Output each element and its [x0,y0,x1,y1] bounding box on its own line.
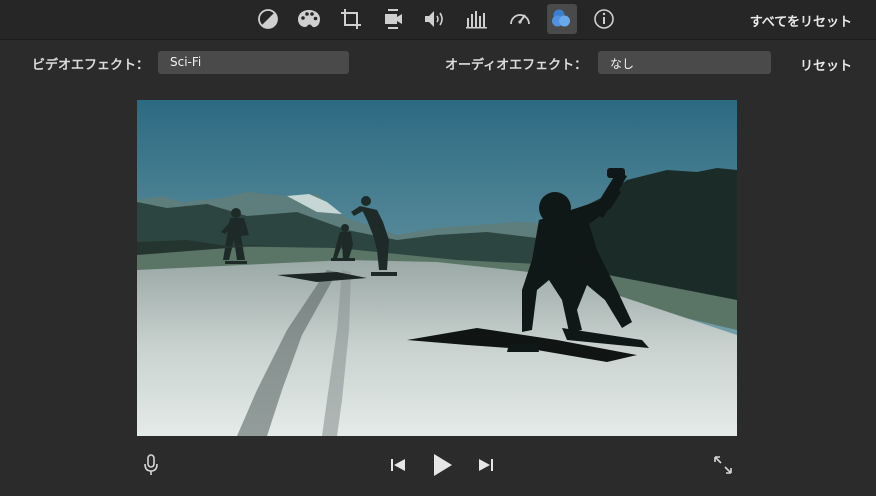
effects-row: ビデオエフェクト： Sci-Fi オーディオエフェクト： なし リセット [0,48,876,78]
equalizer-icon[interactable] [462,4,492,34]
video-effect-label: ビデオエフェクト： [32,58,150,73]
speed-icon[interactable] [505,4,535,34]
stabilization-icon[interactable] [378,4,408,34]
skip-back-icon[interactable] [386,454,410,476]
video-frame [137,100,737,436]
play-icon[interactable] [428,451,456,479]
skip-forward-icon[interactable] [474,454,498,476]
microphone-icon[interactable] [140,452,162,478]
video-viewer[interactable] [137,100,737,436]
reset-button[interactable]: リセット [800,55,852,74]
reset-all-button[interactable]: すべてをリセット [750,11,852,30]
color-balance-icon[interactable] [253,4,283,34]
crop-icon[interactable] [336,4,366,34]
color-correction-icon[interactable] [294,4,324,34]
info-icon[interactable] [589,4,619,34]
video-effect-field[interactable]: Sci-Fi [158,51,349,74]
fullscreen-icon[interactable] [710,452,736,478]
clip-filter-icon[interactable] [547,4,577,34]
toolbar: すべてをリセット [0,0,876,40]
playback-controls [0,448,876,484]
audio-effect-label: オーディオエフェクト： [445,58,588,73]
volume-icon[interactable] [420,4,450,34]
audio-effect-field[interactable]: なし [598,51,771,74]
